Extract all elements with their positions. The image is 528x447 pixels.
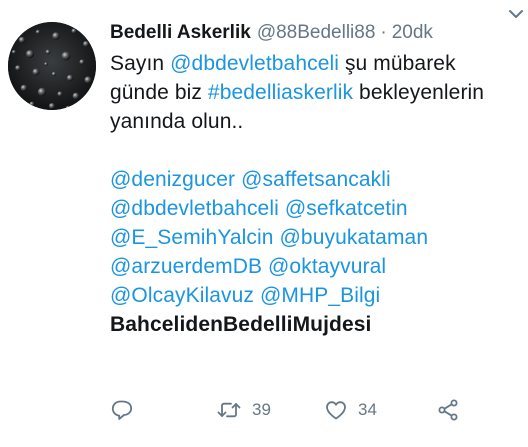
tweet-content: Bedelli Askerlik @88Bedelli88 · 20dk Say…: [110, 20, 522, 339]
mentions-block: @denizgucer @saffetsancakli @dbdevletbah…: [110, 165, 522, 310]
share-icon: [436, 398, 460, 422]
chevron-down-icon[interactable]: [506, 4, 526, 24]
heart-icon: [324, 398, 348, 422]
tweet-actions: 39 34: [110, 396, 490, 424]
retweet-count: 39: [252, 400, 271, 419]
reply-icon: [110, 398, 134, 422]
author-handle[interactable]: @88Bedelli88: [257, 20, 376, 46]
like-count: 34: [358, 400, 377, 419]
tweet-time[interactable]: 20dk: [392, 20, 433, 46]
tweet[interactable]: Bedelli Askerlik @88Bedelli88 · 20dk Say…: [0, 0, 528, 447]
text-fragment: bekleyenlerin: [353, 81, 485, 104]
tweet-line-3: yanında olun..: [110, 110, 244, 133]
tweet-line-1: Sayın @dbdevletbahceli şu mübarek: [110, 49, 522, 78]
mention-row: @dbdevletbahceli @sefkatcetin: [110, 194, 522, 223]
author-name[interactable]: Bedelli Askerlik: [110, 20, 251, 46]
mention-link[interactable]: @buyukataman: [280, 226, 429, 249]
text-fragment: Sayın: [110, 52, 171, 75]
mention-link[interactable]: @E_SemihYalcin: [110, 226, 274, 249]
mention-link[interactable]: @sefkatcetin: [285, 197, 408, 220]
tweet-line-2: günde biz #bedelliaskerlik bekleyenlerin: [110, 78, 522, 107]
mention-link[interactable]: @MHP_Bilgi: [260, 284, 380, 307]
text-fragment: günde biz: [110, 81, 208, 104]
like-button[interactable]: 34: [324, 398, 436, 422]
mention-row: @arzuerdemDB @oktayvural: [110, 252, 522, 281]
mention-link[interactable]: @dbdevletbahceli: [170, 52, 339, 75]
avatar[interactable]: [8, 22, 96, 110]
mention-row: @denizgucer @saffetsancakli: [110, 165, 522, 194]
share-button[interactable]: [436, 398, 460, 422]
mention-link[interactable]: @oktayvural: [268, 255, 386, 278]
mention-row: @OlcayKilavuz @MHP_Bilgi: [110, 281, 522, 310]
tweet-text: Sayın @dbdevletbahceli şu mübarek günde …: [110, 49, 522, 339]
hashtag-link[interactable]: #bedelliaskerlik: [208, 81, 353, 104]
retweet-icon: [216, 398, 242, 422]
mention-link[interactable]: @dbdevletbahceli: [110, 197, 279, 220]
header-separator: ·: [380, 22, 387, 43]
retweet-button[interactable]: 39: [216, 398, 324, 422]
bold-text-line: BahcelidenBedelliMujdesi: [110, 313, 372, 336]
tweet-header: Bedelli Askerlik @88Bedelli88 · 20dk: [110, 20, 522, 46]
mention-link[interactable]: @OlcayKilavuz: [110, 284, 254, 307]
mention-link[interactable]: @denizgucer: [110, 168, 235, 191]
mention-row: @E_SemihYalcin @buyukataman: [110, 223, 522, 252]
text-fragment: şu mübarek: [339, 52, 456, 75]
reply-button[interactable]: [110, 398, 216, 422]
mention-link[interactable]: @arzuerdemDB: [110, 255, 262, 278]
mention-link[interactable]: @saffetsancakli: [241, 168, 391, 191]
